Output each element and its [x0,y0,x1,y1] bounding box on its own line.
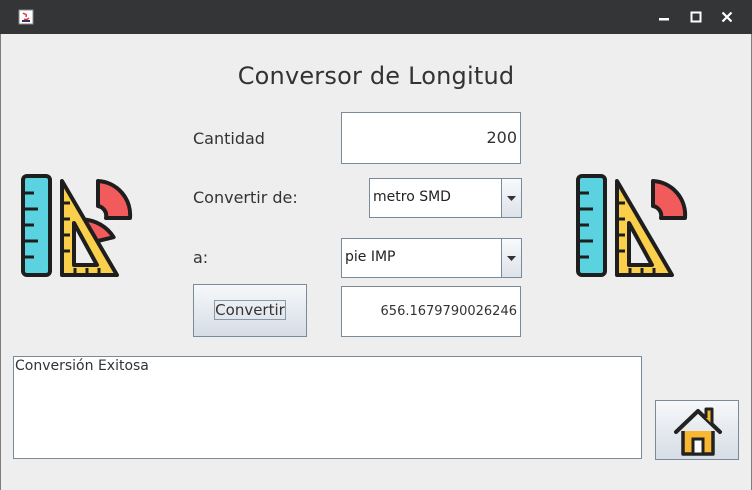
a-label: a: [193,248,209,267]
convertir-button-label: Convertir [214,300,286,320]
result-field[interactable]: 656.1679790026246 [341,286,521,337]
home-icon [674,407,722,456]
cantidad-input[interactable]: 200 [341,112,521,164]
java-app-icon [18,9,34,25]
chevron-down-icon[interactable] [501,239,521,277]
cantidad-label: Cantidad [193,129,265,148]
convertir-button[interactable]: Convertir [193,284,307,337]
home-button[interactable] [655,400,739,460]
maximize-icon[interactable] [687,8,705,26]
a-selected: pie IMP [345,249,396,265]
convertir-de-label: Convertir de: [193,188,298,207]
convertir-de-select[interactable]: metro SMD [369,178,522,218]
page-title: Conversor de Longitud [237,62,515,90]
message-textarea[interactable]: Conversión Exitosa [13,356,642,459]
minimize-icon[interactable] [655,8,673,26]
close-icon[interactable] [718,8,736,26]
ruler-triangle-protractor-icon [21,174,133,277]
a-select[interactable]: pie IMP [341,238,522,278]
window-titlebar [0,0,752,34]
convertir-de-selected: metro SMD [373,189,451,205]
chevron-down-icon[interactable] [501,179,521,217]
ruler-triangle-protractor-icon [576,174,688,277]
